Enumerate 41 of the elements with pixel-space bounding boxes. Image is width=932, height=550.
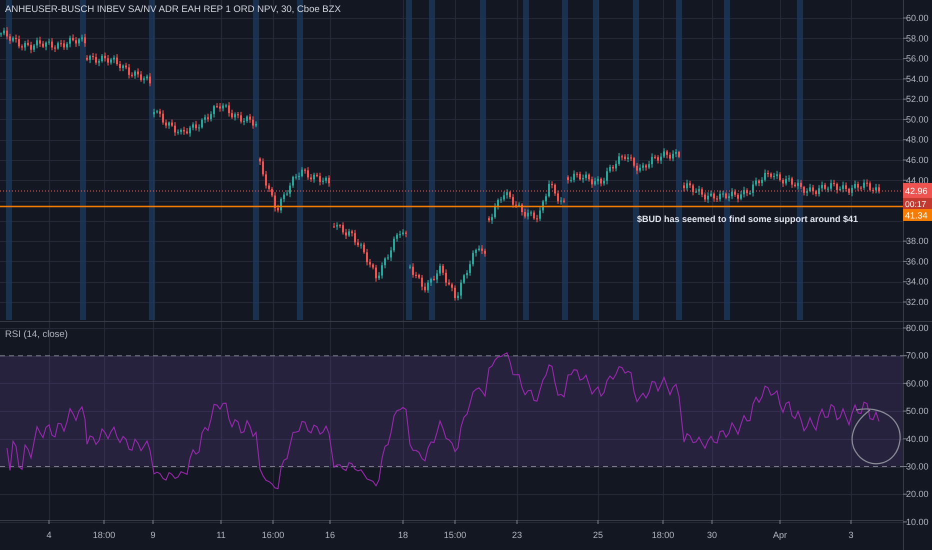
price-tick-label: 58.00 bbox=[906, 33, 929, 44]
rsi-tick-label: 60.00 bbox=[906, 378, 929, 388]
price-tick-label: 52.00 bbox=[906, 94, 929, 104]
rsi-tick-label: 30.00 bbox=[906, 462, 929, 472]
time-axis-label: Apr bbox=[773, 530, 787, 540]
time-axis-label: 4 bbox=[46, 530, 52, 540]
time-axis-label: 18:00 bbox=[652, 530, 674, 540]
level-price-tag: 41.34 bbox=[903, 209, 932, 221]
time-axis-label: 18 bbox=[398, 530, 408, 540]
time-axis-label: 15:00 bbox=[444, 530, 466, 540]
price-tick-label: 36.00 bbox=[906, 256, 929, 266]
price-tick-label: 56.00 bbox=[906, 54, 929, 64]
indicator-label: RSI (14, close) bbox=[5, 329, 68, 340]
rsi-tick-label: 50.00 bbox=[906, 406, 929, 416]
support-line[interactable] bbox=[0, 206, 903, 208]
rsi-tick-label: 20.00 bbox=[906, 489, 929, 500]
price-tick-label: 48.00 bbox=[906, 134, 929, 145]
rsi-tick-label: 10.00 bbox=[906, 516, 929, 527]
price-tick-label: 32.00 bbox=[906, 297, 929, 307]
time-axis-label: 16 bbox=[325, 530, 335, 540]
symbol-title: ANHEUSER-BUSCH INBEV SA/NV ADR EAH REP 1 ORD NPV, 30, Cboe BZX bbox=[5, 4, 341, 15]
time-axis-label: 16:00 bbox=[262, 530, 284, 540]
rsi-tick-label: 70.00 bbox=[906, 350, 929, 361]
chart-note[interactable]: $BUD has seemed to find some support around $41 bbox=[637, 214, 858, 224]
time-axis-label: 23 bbox=[512, 530, 522, 540]
time-axis-label: 30 bbox=[707, 530, 717, 540]
price-tick-label: 34.00 bbox=[906, 276, 929, 287]
price-tick-label: 60.00 bbox=[906, 13, 929, 23]
last-price-tag: 42.96 bbox=[903, 183, 932, 198]
rsi-tick-label: 80.00 bbox=[906, 323, 929, 333]
price-tick-label: 50.00 bbox=[906, 114, 929, 124]
time-axis-label: 3 bbox=[848, 530, 854, 540]
price-tick-label: 54.00 bbox=[906, 74, 929, 84]
countdown-tag: 00:17 bbox=[903, 198, 932, 209]
price-tick-label: 46.00 bbox=[906, 155, 929, 165]
time-axis-label: 18:00 bbox=[92, 530, 116, 540]
time-axis-label: 25 bbox=[593, 530, 603, 540]
time-axis-label: 11 bbox=[216, 530, 226, 540]
rsi-tick-label: 40.00 bbox=[906, 434, 929, 444]
time-axis-label: 9 bbox=[150, 530, 156, 540]
price-tick-label: 38.00 bbox=[906, 236, 929, 246]
